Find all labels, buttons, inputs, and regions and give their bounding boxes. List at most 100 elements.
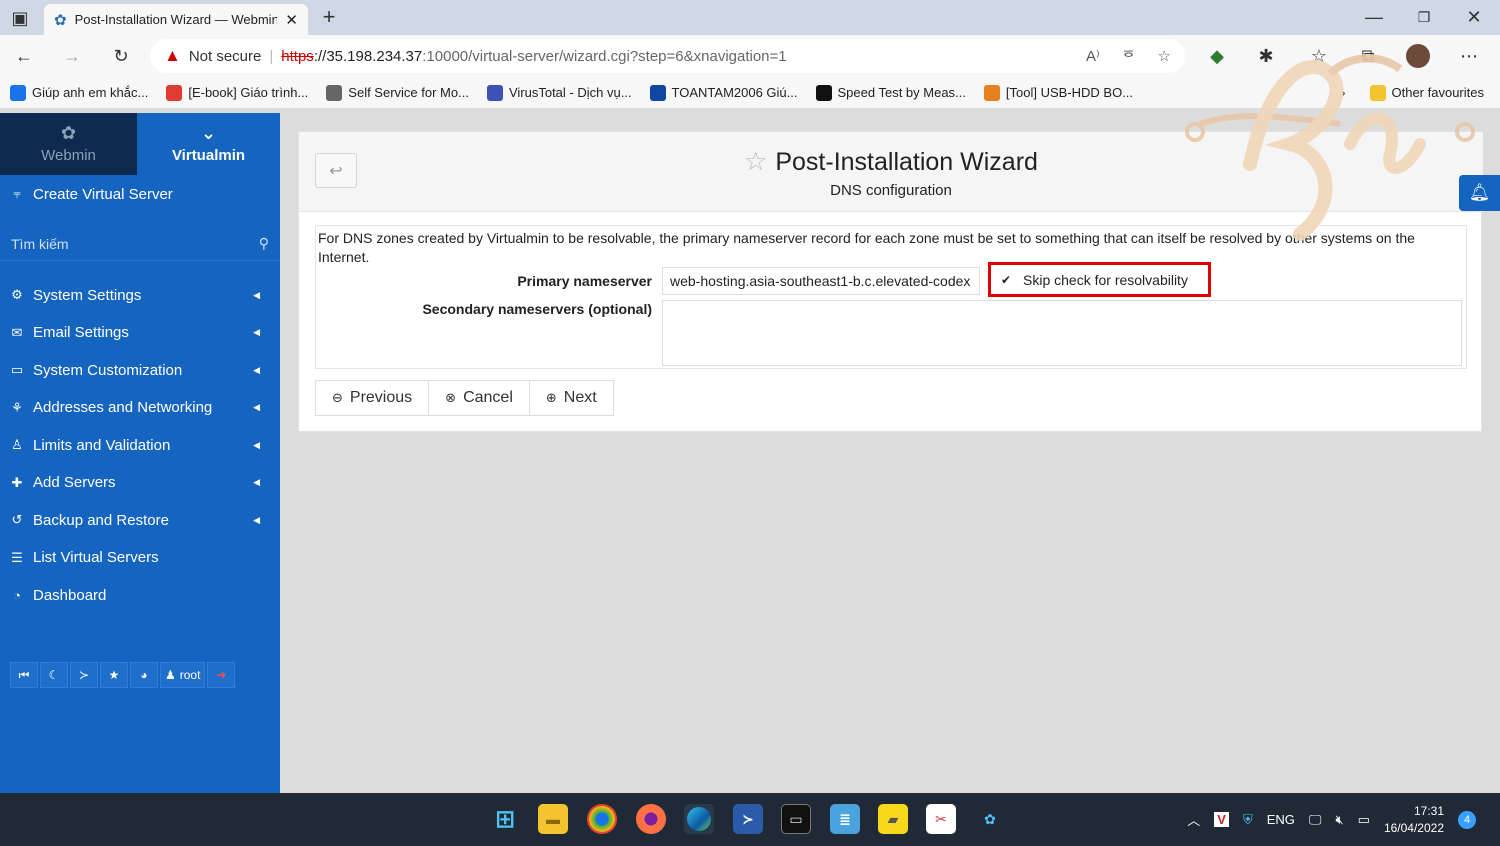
next-icon: ⊕ xyxy=(545,390,557,405)
favorite-add-icon[interactable]: ☆ xyxy=(1158,47,1171,65)
snipping-tool-icon[interactable]: ✂ xyxy=(926,804,956,834)
defender-icon[interactable]: ⛨ xyxy=(1243,812,1253,828)
bookmark-item[interactable]: Self Service for Mo... xyxy=(326,84,469,101)
night-mode-icon[interactable]: ☾ xyxy=(40,662,68,688)
file-explorer-icon[interactable]: ▬ xyxy=(538,804,568,834)
favorite-star-icon[interactable]: ☆ xyxy=(744,146,767,176)
extensions-icon[interactable]: ✱ xyxy=(1252,42,1280,70)
sidebar-search[interactable]: Tìm kiếm ⚲ xyxy=(0,227,280,261)
terminal-icon[interactable]: ≻ xyxy=(70,662,98,688)
sidebar-item[interactable]: ▭ System Customization ◀ xyxy=(0,352,280,388)
cancel-button[interactable]: ⊗ Cancel xyxy=(428,380,530,416)
bookmark-label: [Tool] USB-HDD BO... xyxy=(1005,85,1134,100)
user-name: root xyxy=(179,668,201,682)
envelope-icon: ✉ xyxy=(11,324,23,340)
favorites-star-icon[interactable]: ★ xyxy=(100,662,128,688)
sidebar-item[interactable]: ↺ Backup and Restore ◀ xyxy=(0,502,280,538)
minimize-icon[interactable]: — xyxy=(1360,3,1388,31)
sidebar-item[interactable]: ⚙ System Settings ◀ xyxy=(0,277,280,313)
volume-muted-icon[interactable]: 🔇︎ xyxy=(1335,812,1343,828)
terminal-app-icon[interactable]: ▭ xyxy=(781,804,811,834)
browser-tab[interactable]: ✿ Post-Installation Wizard — Webmin ✕ xyxy=(44,4,308,35)
bookmark-item[interactable]: Giúp anh em khắc... xyxy=(10,84,148,101)
edge-icon[interactable] xyxy=(684,804,714,834)
caret-left-icon: ◀ xyxy=(253,514,260,525)
primary-nameserver-input[interactable]: web-hosting.asia-southeast1-b.c.elevated… xyxy=(662,267,980,295)
powershell-icon[interactable]: ≻ xyxy=(733,804,763,834)
bookmark-label: Self Service for Mo... xyxy=(348,85,469,100)
bookmark-item[interactable]: [E-book] Giáo trình... xyxy=(166,84,308,101)
collections-icon[interactable]: ⧉ xyxy=(1354,42,1382,70)
bookmark-blue-circle-icon xyxy=(10,84,26,101)
theme-icon[interactable]: ◕ xyxy=(130,662,158,688)
forward-icon[interactable]: → xyxy=(58,42,86,70)
sidebar-item[interactable]: ☰ List Virtual Servers xyxy=(0,540,280,576)
previous-button[interactable]: ⊖ Previous xyxy=(315,380,430,416)
bookmark-item[interactable]: [Tool] USB-HDD BO... xyxy=(983,84,1134,101)
wizard-form: For DNS zones created by Virtualmin to b… xyxy=(315,225,1467,369)
sticky-notes-icon[interactable]: ▰ xyxy=(878,804,908,834)
favorites-icon[interactable]: ☆ xyxy=(1305,42,1333,70)
profile-avatar[interactable] xyxy=(1406,44,1430,68)
clock-date: 16/04/2022 xyxy=(1383,820,1444,835)
notifications-bell-icon[interactable]: 🔔︎ xyxy=(1459,175,1500,211)
tab-actions-icon[interactable]: ▣ xyxy=(6,4,34,32)
caret-left-icon: ◀ xyxy=(253,289,260,300)
network-app-icon[interactable]: ✿ xyxy=(975,804,1005,834)
switch-virtualmin-label: Virtualmin xyxy=(171,147,246,164)
read-aloud-icon[interactable]: A⁾ xyxy=(1086,47,1100,65)
battery-icon[interactable]: ▭ xyxy=(1358,812,1370,828)
close-window-icon[interactable]: ✕ xyxy=(1460,3,1488,31)
address-bar[interactable]: ▲ Not secure | https://35.198.234.37:100… xyxy=(150,39,1185,73)
firefox-icon[interactable] xyxy=(636,804,666,834)
bookmark-item[interactable]: Speed Test by Meas... xyxy=(815,84,966,101)
more-menu-icon[interactable]: ⋯ xyxy=(1455,42,1483,70)
other-favourites[interactable]: Other favourites xyxy=(1369,84,1485,101)
antivirus-icon[interactable]: V xyxy=(1214,812,1229,827)
bookmark-item[interactable]: TOANTAM2006 Giú... xyxy=(649,84,798,101)
create-virtual-server[interactable]: ⫧ Create Virtual Server xyxy=(0,176,280,212)
close-tab-icon[interactable]: ✕ xyxy=(285,11,298,29)
switch-virtualmin[interactable]: ⌄ Virtualmin xyxy=(137,113,280,175)
tray-overflow-icon[interactable]: ︿ xyxy=(1187,810,1200,829)
sidebar-item[interactable]: ✚ Add Servers ◀ xyxy=(0,465,280,501)
extension-icon[interactable]: ◆ xyxy=(1203,42,1231,70)
browser-toolbar: ← → ↻ ▲ Not secure | https://35.198.234.… xyxy=(0,35,1500,77)
bookmark-item[interactable]: VirusTotal - Dịch vụ... xyxy=(486,84,632,101)
chrome-icon[interactable] xyxy=(587,804,617,834)
skip-resolvability-checkbox[interactable]: ✔ Skip check for resolvability xyxy=(988,262,1211,297)
laptop-icon: ▭ xyxy=(10,362,24,377)
first-page-icon[interactable]: ⏮ xyxy=(10,662,38,688)
reload-icon[interactable]: ↻ xyxy=(107,42,135,70)
page-subtitle: DNS configuration xyxy=(830,182,952,199)
sidebar-item[interactable]: ✉ Email Settings ◀ xyxy=(0,315,280,351)
page-title: ☆ Post-Installation Wizard xyxy=(299,146,1483,177)
bookmarks-overflow-icon[interactable]: › xyxy=(1341,85,1345,100)
other-favourites-label: Other favourites xyxy=(1391,85,1485,100)
warning-icon: ▲ xyxy=(164,46,181,65)
caret-left-icon: ◀ xyxy=(253,402,260,412)
back-icon[interactable]: ← xyxy=(10,42,38,70)
user-button[interactable]: ♟ root xyxy=(160,662,206,688)
restore-icon[interactable]: ❐ xyxy=(1410,3,1438,31)
bookmark-label: Speed Test by Meas... xyxy=(837,85,966,100)
switch-webmin[interactable]: ✿ Webmin xyxy=(0,113,137,175)
secondary-nameservers-textarea[interactable] xyxy=(662,300,1462,366)
network-icon[interactable]: 🖵︎ xyxy=(1309,812,1322,828)
notepad-icon[interactable]: ≣ xyxy=(830,804,860,834)
language-indicator[interactable]: ENG xyxy=(1267,812,1295,827)
new-tab-icon[interactable]: + xyxy=(315,3,343,31)
translate-icon[interactable]: ᅙ xyxy=(1122,46,1136,67)
notification-badge[interactable]: 4 xyxy=(1458,810,1476,829)
sidebar-item[interactable]: ◔ Dashboard xyxy=(0,577,280,613)
sidebar-item[interactable]: ♙ Limits and Validation ◀ xyxy=(0,427,280,463)
sidebar-item[interactable]: ⚘ Addresses and Networking ◀ xyxy=(0,390,280,426)
logout-icon[interactable]: ➜ xyxy=(207,662,236,688)
search-input[interactable]: Tìm kiếm xyxy=(11,236,259,252)
next-button[interactable]: ⊕ Next xyxy=(528,380,614,416)
search-icon[interactable]: ⚲ xyxy=(259,235,269,252)
tab-strip: ▣ ✿ Post-Installation Wizard — Webmin ✕ … xyxy=(0,0,1500,35)
not-secure-label[interactable]: Not secure xyxy=(189,48,262,65)
start-icon[interactable]: ⊞ xyxy=(490,804,520,834)
clock[interactable]: 17:31 16/04/2022 xyxy=(1384,803,1444,837)
